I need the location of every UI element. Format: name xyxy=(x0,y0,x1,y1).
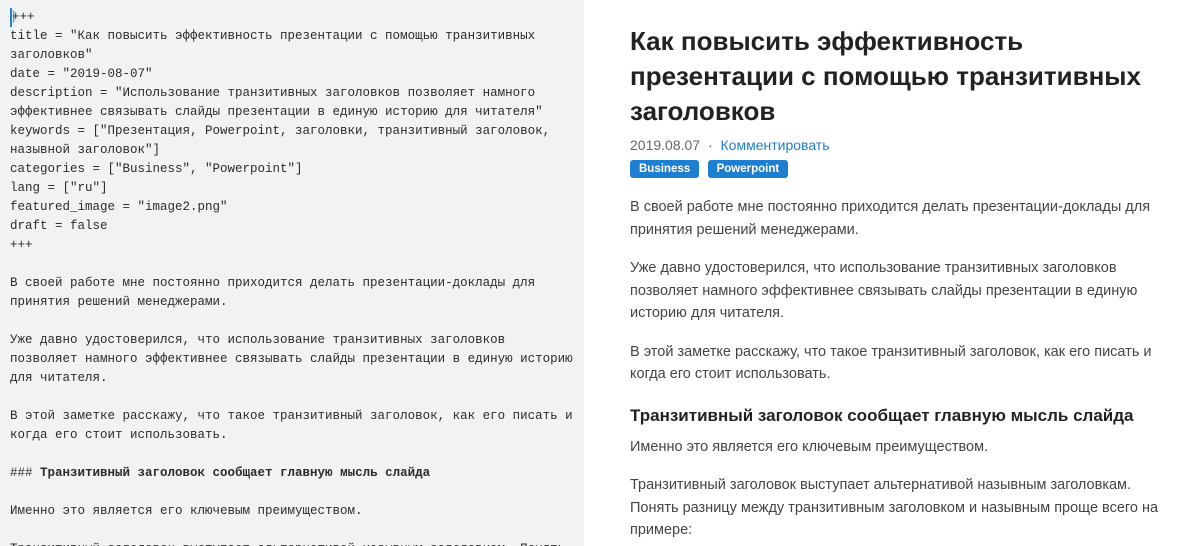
preview-paragraph-4: Именно это является его ключевым преимущ… xyxy=(630,436,1169,458)
fm-featured-image-line: featured_image = "image2.png" xyxy=(10,200,228,214)
category-badge-powerpoint[interactable]: Powerpoint xyxy=(708,160,789,178)
frontmatter-close: +++ xyxy=(10,238,33,252)
meta-separator: · xyxy=(708,137,713,153)
preview-heading: Транзитивный заголовок сообщает главную … xyxy=(630,406,1169,426)
post-meta: 2019.08.07 · Комментировать xyxy=(630,137,1169,153)
frontmatter-open: +++ xyxy=(12,10,35,24)
comment-link[interactable]: Комментировать xyxy=(721,137,830,153)
preview-paragraph-2: Уже давно удостоверился, что использован… xyxy=(630,257,1169,324)
fm-categories-line: categories = ["Business", "Powerpoint"] xyxy=(10,162,303,176)
source-editor[interactable]: |+++ title = "Как повысить эффективность… xyxy=(0,0,584,546)
editor-heading-text: Транзитивный заголовок сообщает главную … xyxy=(40,466,430,480)
editor-paragraph-4: Именно это является его ключевым преимущ… xyxy=(10,504,363,518)
rendered-preview: Как повысить эффективность презентации с… xyxy=(584,0,1201,546)
preview-paragraph-5: Транзитивный заголовок выступает альтерн… xyxy=(630,474,1169,541)
category-badge-business[interactable]: Business xyxy=(630,160,699,178)
fm-keywords-line: keywords = ["Презентация, Powerpoint, за… xyxy=(10,124,558,157)
fm-lang-line: lang = ["ru"] xyxy=(10,181,108,195)
preview-paragraph-1: В своей работе мне постоянно приходится … xyxy=(630,196,1169,241)
editor-paragraph-5: Транзитивный заголовок выступает альтерн… xyxy=(10,542,573,546)
fm-description-line: description = "Использование транзитивны… xyxy=(10,86,543,119)
post-date: 2019.08.07 xyxy=(630,137,700,153)
preview-paragraph-3: В этой заметке расскажу, что такое транз… xyxy=(630,341,1169,386)
category-badges: Business Powerpoint xyxy=(630,159,1169,178)
fm-draft-line: draft = false xyxy=(10,219,108,233)
editor-paragraph-1: В своей работе мне постоянно приходится … xyxy=(10,276,543,309)
post-title: Как повысить эффективность презентации с… xyxy=(630,24,1169,129)
fm-title-line: title = "Как повысить эффективность през… xyxy=(10,29,543,62)
fm-date-line: date = "2019-08-07" xyxy=(10,67,153,81)
editor-heading-prefix: ### xyxy=(10,466,40,480)
editor-paragraph-2: Уже давно удостоверился, что использован… xyxy=(10,333,580,385)
editor-paragraph-3: В этой заметке расскажу, что такое транз… xyxy=(10,409,580,442)
